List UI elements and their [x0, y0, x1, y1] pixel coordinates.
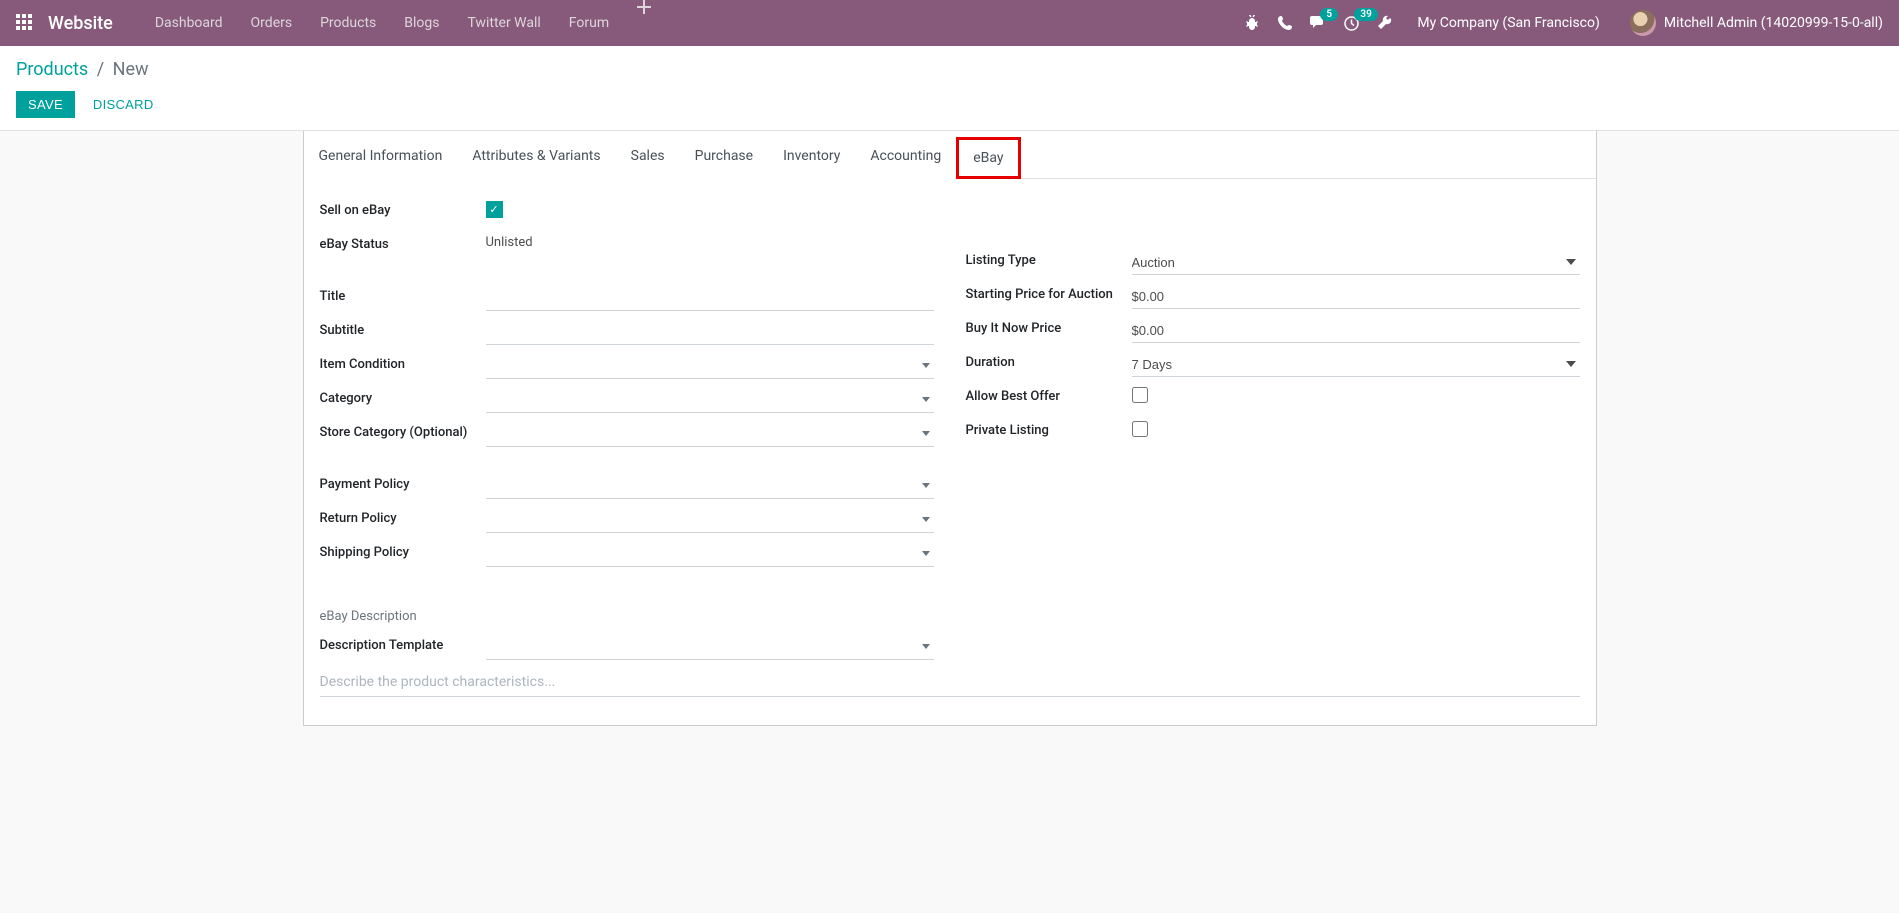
notebook-tabs: General Information Attributes & Variant…	[304, 137, 1596, 179]
tab-ebay[interactable]: eBay	[956, 137, 1020, 179]
payment-policy-select[interactable]	[486, 475, 934, 499]
description-template-label: Description Template	[320, 634, 486, 655]
ebay-description-textarea[interactable]	[320, 668, 1580, 697]
ebay-status-label: eBay Status	[320, 233, 486, 254]
duration-label: Duration	[966, 351, 1132, 372]
sell-on-ebay-label: Sell on eBay	[320, 199, 486, 220]
listing-type-select[interactable]	[1132, 251, 1580, 275]
ebay-status-value: Unlisted	[486, 231, 533, 250]
private-listing-checkbox[interactable]	[1132, 421, 1148, 437]
return-policy-label: Return Policy	[320, 507, 486, 528]
bug-icon	[1244, 15, 1260, 31]
form-right-column: Listing Type Starting Price for Auction …	[966, 199, 1580, 668]
nav-blogs[interactable]: Blogs	[390, 0, 453, 46]
customize-icon-button[interactable]	[1377, 15, 1393, 31]
save-button[interactable]: SAVE	[16, 91, 75, 118]
activities-icon-button[interactable]: 39	[1344, 16, 1359, 31]
buy-it-now-label: Buy It Now Price	[966, 317, 1132, 338]
tab-inventory[interactable]: Inventory	[768, 137, 855, 179]
return-policy-select[interactable]	[486, 509, 934, 533]
user-menu[interactable]: Mitchell Admin (14020999-15-0-all)	[1630, 10, 1883, 36]
form-sheet: General Information Attributes & Variant…	[303, 131, 1597, 726]
header-systray: 5 39 My Company (San Francisco) Mitchell…	[1244, 10, 1883, 36]
main-nav: Dashboard Orders Products Blogs Twitter …	[141, 0, 665, 46]
apps-icon[interactable]	[16, 14, 34, 32]
category-label: Category	[320, 387, 486, 408]
store-category-label: Store Category (Optional)	[320, 421, 486, 442]
nav-twitter-wall[interactable]: Twitter Wall	[453, 0, 554, 46]
nav-products[interactable]: Products	[306, 0, 390, 46]
wrench-icon	[1377, 15, 1393, 31]
plus-icon	[637, 0, 651, 14]
buy-it-now-input[interactable]	[1132, 319, 1580, 343]
tab-sales[interactable]: Sales	[616, 137, 680, 179]
listing-type-label: Listing Type	[966, 249, 1132, 270]
duration-select[interactable]	[1132, 353, 1580, 377]
activities-badge: 39	[1354, 8, 1377, 21]
app-header: Website Dashboard Orders Products Blogs …	[0, 0, 1899, 46]
subtitle-input[interactable]	[486, 321, 934, 345]
description-template-select[interactable]	[486, 636, 934, 660]
avatar	[1630, 10, 1656, 36]
breadcrumb-current: New	[113, 59, 149, 80]
tab-attributes-variants[interactable]: Attributes & Variants	[457, 137, 615, 179]
app-brand[interactable]: Website	[48, 13, 113, 34]
subtitle-label: Subtitle	[320, 319, 486, 340]
tab-purchase[interactable]: Purchase	[680, 137, 768, 179]
ebay-description-section-title: eBay Description	[320, 609, 934, 624]
messages-icon-button[interactable]: 5	[1310, 16, 1326, 30]
nav-dashboard[interactable]: Dashboard	[141, 0, 237, 46]
shipping-policy-select[interactable]	[486, 543, 934, 567]
nav-orders[interactable]: Orders	[237, 0, 307, 46]
private-listing-label: Private Listing	[966, 419, 1132, 440]
nav-new-content[interactable]	[623, 0, 665, 46]
payment-policy-label: Payment Policy	[320, 473, 486, 494]
item-condition-label: Item Condition	[320, 353, 486, 374]
tab-accounting[interactable]: Accounting	[855, 137, 956, 179]
nav-forum[interactable]: Forum	[555, 0, 623, 46]
user-name: Mitchell Admin (14020999-15-0-all)	[1664, 15, 1883, 31]
starting-price-label: Starting Price for Auction	[966, 283, 1132, 304]
item-condition-select[interactable]	[486, 355, 934, 379]
control-panel: Products / New SAVE DISCARD	[0, 46, 1899, 131]
tab-general-information[interactable]: General Information	[304, 137, 458, 179]
allow-best-offer-checkbox[interactable]	[1132, 387, 1148, 403]
starting-price-input[interactable]	[1132, 285, 1580, 309]
breadcrumb: Products / New	[16, 58, 1883, 81]
title-label: Title	[320, 285, 486, 306]
category-select[interactable]	[486, 389, 934, 413]
allow-best-offer-label: Allow Best Offer	[966, 385, 1132, 406]
breadcrumb-separator: /	[97, 59, 104, 80]
phone-icon	[1278, 16, 1292, 30]
store-category-select[interactable]	[486, 423, 934, 447]
breadcrumb-parent[interactable]: Products	[16, 59, 88, 80]
messages-badge: 5	[1320, 8, 1338, 21]
phone-icon-button[interactable]	[1278, 16, 1292, 30]
debug-icon[interactable]	[1244, 15, 1260, 31]
company-switcher[interactable]: My Company (San Francisco)	[1411, 15, 1605, 31]
form-left-column: Sell on eBay ✓ eBay Status Unlisted Tit	[320, 199, 934, 668]
title-input[interactable]	[486, 287, 934, 311]
sell-on-ebay-checkbox[interactable]: ✓	[486, 201, 503, 218]
discard-button[interactable]: DISCARD	[81, 91, 166, 118]
shipping-policy-label: Shipping Policy	[320, 541, 486, 562]
